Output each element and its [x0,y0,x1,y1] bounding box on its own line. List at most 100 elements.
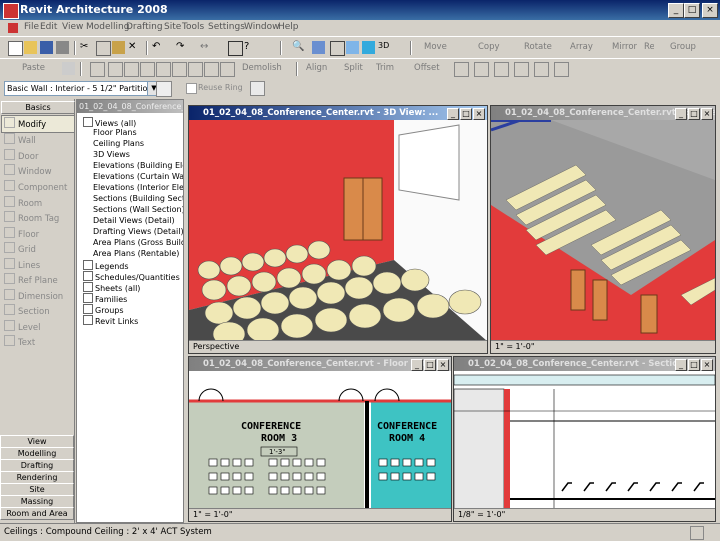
room-4-number[interactable]: ROOM 4 [389,433,425,444]
delete-icon[interactable]: ✕ [128,41,141,54]
minimize-icon[interactable]: _ [447,108,459,120]
minimize-icon[interactable]: _ [675,108,687,120]
3d-view-icon[interactable]: 3D [378,41,394,54]
zoom-icon[interactable]: 🔍 [292,41,305,54]
cope-icon[interactable] [140,62,155,77]
move-tool[interactable]: Move [424,42,447,52]
design-item-window[interactable]: Window [4,164,52,177]
tree-groups[interactable]: Groups [83,304,124,315]
type-selector-dropdown[interactable]: Basic Wall : Interior - 5 1/2" Partition… [4,81,148,96]
reuse-checkbox[interactable] [186,83,197,94]
minimize-icon[interactable]: _ [675,359,687,371]
maximize-icon[interactable]: □ [688,108,700,120]
create-similar-icon[interactable] [534,62,549,77]
split-tool[interactable]: Split [344,63,363,73]
copy-icon[interactable] [96,41,111,56]
room-4-name[interactable]: CONFERENCE [377,421,437,432]
design-item-floor[interactable]: Floor [4,227,39,240]
tree-elevations-curtain[interactable]: Elevations (Curtain Wall) [93,172,183,181]
design-item-modify[interactable]: Modify [4,117,46,130]
cut-geometry-icon[interactable] [156,62,171,77]
design-item-component[interactable]: Component [4,180,67,193]
design-item-room-tag[interactable]: Room Tag [4,211,59,224]
worksharing-icon[interactable] [690,526,704,540]
trim-tool[interactable]: Trim [376,63,394,73]
tree-3d-views[interactable]: 3D Views [93,150,130,159]
menu-view[interactable]: View [62,22,83,32]
minimize-button[interactable]: _ [668,3,684,18]
paint-icon[interactable] [90,62,105,77]
redo-icon[interactable]: ↷ [176,41,189,54]
menu-site[interactable]: Site [164,22,181,32]
menu-file[interactable]: File [24,22,39,32]
lock-icon[interactable] [454,62,469,77]
close-icon[interactable]: × [473,108,485,120]
view-3d-axonometric[interactable]: 01_02_04_08_Conference_Center.rvt - 3D V… [490,105,716,354]
pin-icon[interactable] [494,62,509,77]
cut-icon[interactable]: ✂ [80,41,93,54]
tree-sections-wall[interactable]: Sections (Wall Section) [93,205,183,214]
design-item-dimension[interactable]: Dimension [4,289,63,302]
tree-revit-links[interactable]: Revit Links [83,315,138,326]
dynamic-view-icon[interactable] [312,41,325,54]
tree-sheets[interactable]: Sheets (all) [83,282,140,293]
view-scale[interactable]: 1" = 1'-0" [495,342,535,351]
demolish-tool[interactable]: Demolish [242,63,282,73]
wall-joins-icon[interactable] [188,62,203,77]
tree-elevations-interior[interactable]: Elevations (Interior Elevation) [93,183,183,192]
save-icon[interactable] [40,41,53,54]
menu-modelling[interactable]: Modelling [86,22,129,32]
measure-icon[interactable]: ↔ [200,41,213,54]
mirror-tool[interactable]: Mirror [612,42,637,52]
close-icon[interactable]: × [437,359,449,371]
match-icon[interactable] [62,62,75,75]
offset-tool[interactable]: Offset [414,63,440,73]
menu-tools[interactable]: Tools [182,22,204,32]
design-item-wall[interactable]: Wall [4,133,36,146]
undo-icon[interactable]: ↶ [152,41,165,54]
tree-area-plans-rentable[interactable]: Area Plans (Rentable) [93,249,179,258]
linework-icon[interactable] [220,62,235,77]
shade-icon[interactable] [346,41,359,54]
design-item-section[interactable]: Section [4,304,50,317]
new-icon[interactable] [8,41,23,56]
split-face-icon[interactable] [108,62,123,77]
maximize-icon[interactable]: □ [688,359,700,371]
revit-app-icon[interactable] [3,3,19,19]
tree-drafting-views[interactable]: Drafting Views (Detail) [93,227,183,236]
rotate-tool[interactable]: Rotate [524,42,552,52]
tree-floor-plans[interactable]: Floor Plans [93,128,137,137]
view-scale[interactable]: 1/8" = 1'-0" [458,510,505,519]
design-item-ref-plane[interactable]: Ref Plane [4,273,58,286]
join-icon[interactable] [124,62,139,77]
filter-icon[interactable] [250,81,265,96]
room-3-tag[interactable]: 1'-3" [269,448,286,456]
tree-schedules[interactable]: Schedules/Quantities [83,271,180,282]
room-3-number[interactable]: ROOM 3 [261,433,297,444]
beam-join-icon[interactable] [204,62,219,77]
tree-legends[interactable]: Legends [83,260,129,271]
design-item-text[interactable]: Text [4,335,35,348]
maximize-button[interactable]: □ [684,3,700,18]
section-canvas[interactable] [454,371,715,509]
unlock-icon[interactable] [474,62,489,77]
design-item-room[interactable]: Room [4,196,42,209]
menu-settings[interactable]: Settings [208,22,245,32]
view-scale[interactable]: Perspective [193,342,239,351]
print-icon[interactable] [56,41,69,54]
menu-edit[interactable]: Edit [40,22,57,32]
menu-drafting[interactable]: Drafting [126,22,163,32]
close-icon[interactable]: × [701,108,713,120]
design-item-level[interactable]: Level [4,320,40,333]
unpin-icon[interactable] [514,62,529,77]
uncut-icon[interactable] [172,62,187,77]
maximize-icon[interactable]: □ [460,108,472,120]
view-floor-plan[interactable]: 01_02_04_08_Conference_Center.rvt - Floo… [188,356,452,522]
design-item-lines[interactable]: Lines [4,258,40,271]
paste-aligned-tool[interactable]: Paste [22,63,45,73]
view-scale[interactable]: 1" = 1'-0" [193,510,233,519]
tree-views[interactable]: Views (all) [83,117,136,128]
tree-detail-views[interactable]: Detail Views (Detail) [93,216,175,225]
maximize-icon[interactable]: □ [424,359,436,371]
render-icon[interactable] [362,41,375,54]
